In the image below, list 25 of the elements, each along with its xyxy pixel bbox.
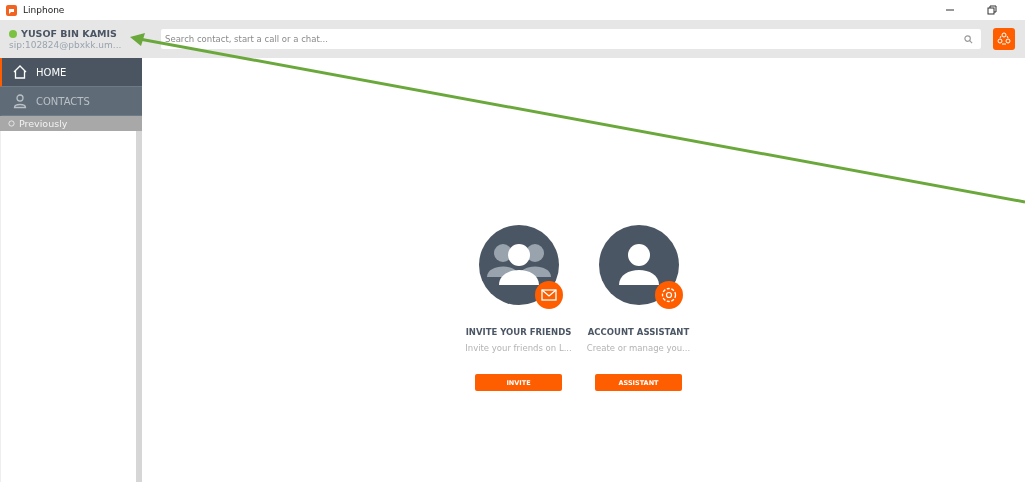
person-icon — [12, 93, 28, 109]
app-logo-icon — [6, 4, 17, 16]
avatar-icon — [598, 225, 679, 305]
window-title: Linphone — [23, 5, 65, 15]
card-description: Create or manage you... — [586, 343, 691, 353]
menu-item[interactable]: CONTACTS — [0, 87, 142, 116]
account-address: sip:102824@pbxkk.um... — [9, 40, 123, 50]
card-title: INVITE YOUR FRIENDS — [465, 327, 572, 337]
card-description: Invite your friends on L... — [465, 343, 572, 353]
search-field[interactable]: Search contact, start a call or a chat... — [161, 29, 981, 49]
envelope-icon — [534, 281, 563, 309]
conference-button[interactable] — [993, 28, 1015, 50]
menu-item[interactable]: HOME — [0, 58, 142, 87]
home-icon — [12, 64, 28, 80]
scrollbar[interactable] — [136, 131, 142, 482]
search-icon — [964, 35, 973, 44]
restore-icon[interactable] — [987, 5, 997, 15]
card-title: ACCOUNT ASSISTANT — [587, 327, 690, 337]
gear-icon — [654, 281, 683, 309]
history-label: Previously — [19, 118, 68, 129]
history-header[interactable]: Previously — [0, 116, 142, 131]
group-icon — [996, 31, 1012, 47]
avatar-icon — [478, 225, 559, 305]
account-name: YUSOF BIN KAMIS — [21, 28, 117, 39]
clock-icon — [8, 120, 15, 127]
